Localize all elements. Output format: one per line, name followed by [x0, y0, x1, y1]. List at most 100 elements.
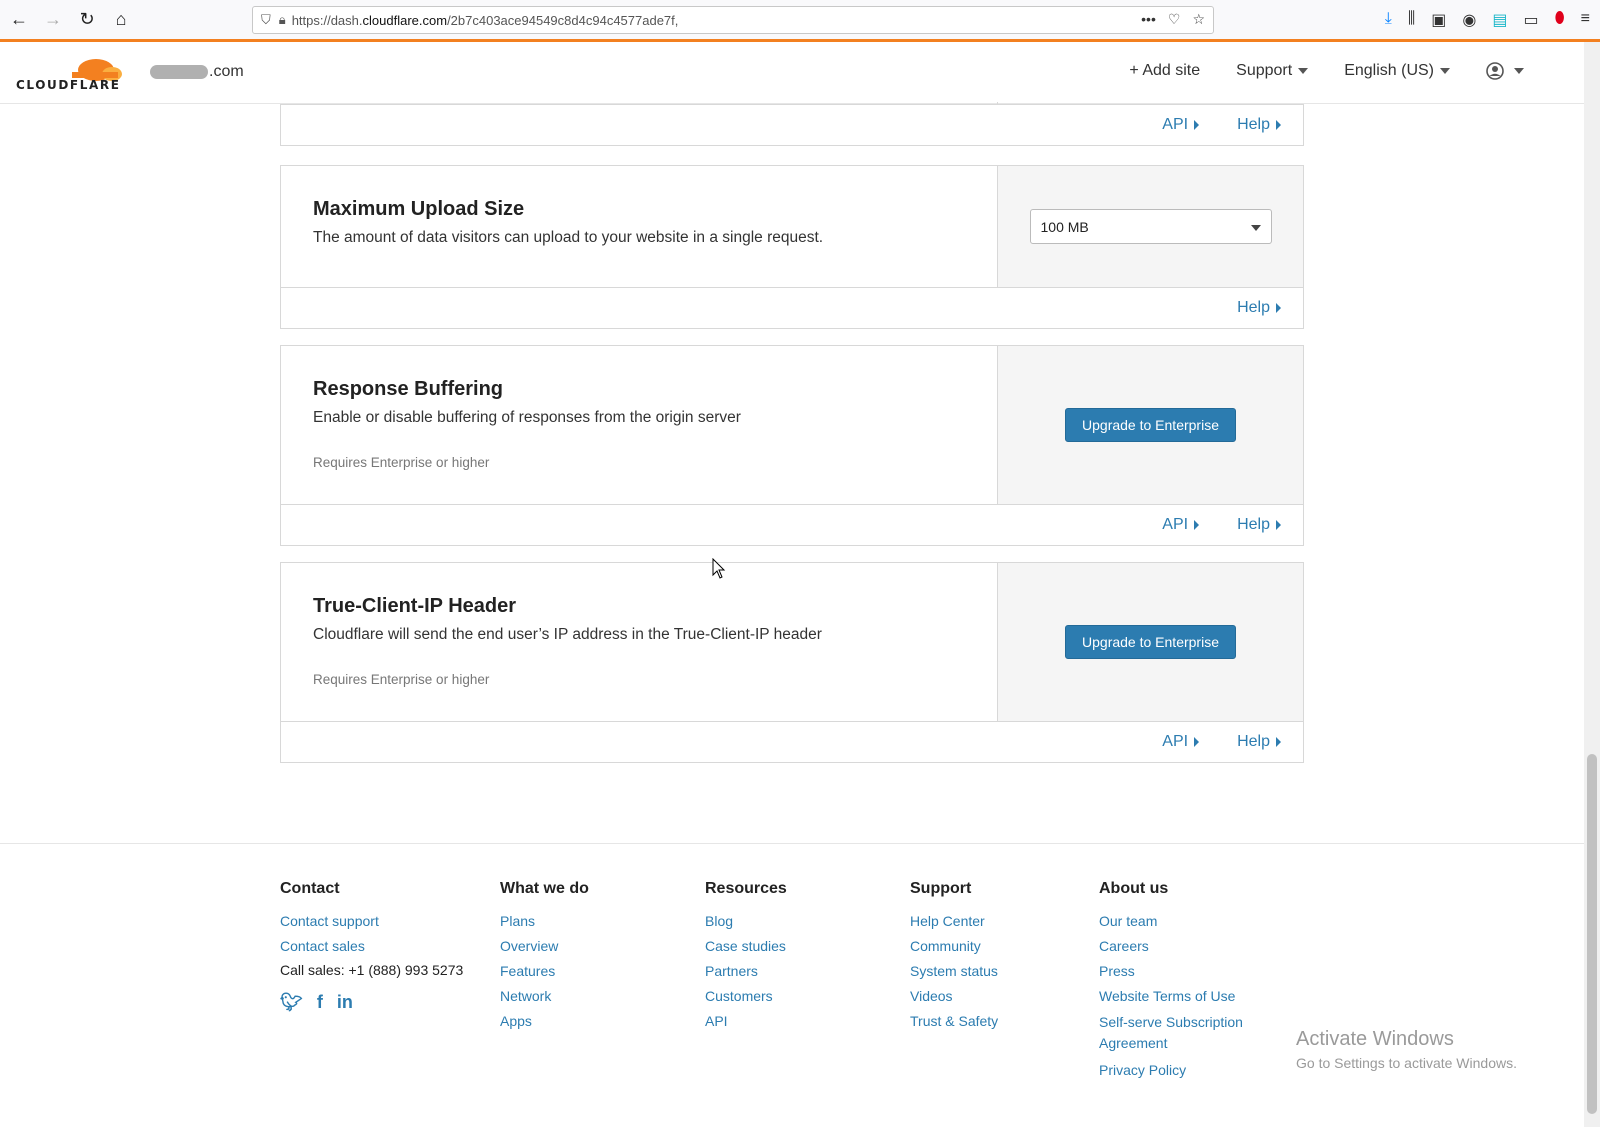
max-upload-size-card: Maximum Upload Size The amount of data v…: [280, 165, 1304, 329]
add-site-link[interactable]: + Add site: [1129, 62, 1200, 80]
bookmark-star-icon[interactable]: ☆: [1192, 11, 1205, 28]
api-link[interactable]: API: [1162, 516, 1200, 534]
more-icon[interactable]: •••: [1141, 11, 1156, 28]
contact-support-link[interactable]: Contact support: [280, 912, 463, 930]
footer-about: About us Our team Careers Press Website …: [1099, 880, 1259, 1086]
footer-heading: About us: [1099, 880, 1169, 897]
logo-text: CLOUDFLARE: [16, 78, 121, 92]
footer-link[interactable]: Careers: [1099, 937, 1259, 955]
chevron-down-icon: [1298, 67, 1309, 74]
true-client-ip-card: True-Client-IP Header Cloudflare will se…: [280, 562, 1304, 763]
card-description: Enable or disable buffering of responses…: [313, 409, 741, 426]
plan-requirement: Requires Enterprise or higher: [313, 455, 490, 470]
scrollbar-thumb[interactable]: [1587, 754, 1597, 1114]
footer-link[interactable]: Self-serve Subscription Agreement: [1099, 1012, 1259, 1054]
help-link[interactable]: Help: [1237, 733, 1281, 751]
domain-suffix: .com: [209, 63, 244, 80]
caret-right-icon: [1194, 736, 1200, 747]
site-footer: Contact Contact support Contact sales Ca…: [0, 843, 1584, 1127]
card-description: The amount of data visitors can upload t…: [313, 229, 824, 246]
footer-link[interactable]: Apps: [500, 1012, 589, 1030]
support-label: Support: [1236, 62, 1293, 79]
url-host: cloudflare.com: [362, 12, 448, 28]
upgrade-enterprise-button[interactable]: Upgrade to Enterprise: [1065, 408, 1236, 442]
dropdown-arrow-icon: [1250, 225, 1261, 231]
footer-heading: Resources: [705, 880, 787, 897]
help-link[interactable]: Help: [1237, 516, 1281, 534]
footer-heading: Support: [910, 880, 972, 897]
caret-right-icon: [1194, 119, 1200, 130]
footer-support: Support Help Center Community System sta…: [910, 880, 998, 1037]
upload-size-select[interactable]: 100 MB: [1029, 209, 1272, 244]
mouse-cursor-icon: [712, 558, 726, 579]
card-title: Response Buffering: [313, 378, 504, 400]
footer-link[interactable]: Our team: [1099, 912, 1259, 930]
watermark-title: Activate Windows: [1296, 1028, 1454, 1050]
footer-link[interactable]: Help Center: [910, 912, 998, 930]
save-icon[interactable]: ▤: [1492, 10, 1507, 30]
api-link[interactable]: API: [1162, 733, 1200, 751]
card-title: True-Client-IP Header: [313, 595, 517, 617]
help-link[interactable]: Help: [1237, 299, 1281, 317]
redacted-domain: [150, 65, 208, 79]
browser-toolbar: ← → ↻ ⌂ ⛉ 🔒︎ https://dash.cloudflare.com…: [0, 0, 1600, 42]
footer-link[interactable]: Community: [910, 937, 998, 955]
user-menu[interactable]: [1486, 62, 1524, 80]
footer-link[interactable]: Partners: [705, 962, 787, 980]
api-link[interactable]: API: [1162, 116, 1200, 134]
footer-link[interactable]: Blog: [705, 912, 787, 930]
account-icon[interactable]: ◉: [1462, 10, 1476, 30]
page-scrollbar[interactable]: [1584, 42, 1600, 1127]
forward-icon[interactable]: →: [38, 5, 68, 35]
card-description: Cloudflare will send the end user’s IP a…: [313, 626, 822, 643]
footer-contact: Contact Contact support Contact sales Ca…: [280, 880, 463, 1013]
footer-link[interactable]: Website Terms of Use: [1099, 987, 1259, 1005]
response-buffering-card: Response Buffering Enable or disable buf…: [280, 345, 1304, 546]
chevron-down-icon: [1514, 68, 1524, 74]
footer-link[interactable]: Privacy Policy: [1099, 1061, 1259, 1079]
footer-heading: What we do: [500, 880, 589, 897]
footer-link[interactable]: Trust & Safety: [910, 1012, 998, 1030]
lock-icon: 🔒︎: [278, 12, 286, 27]
footer-link[interactable]: Overview: [500, 937, 589, 955]
language-menu[interactable]: English (US): [1344, 62, 1450, 80]
upgrade-enterprise-button[interactable]: Upgrade to Enterprise: [1065, 625, 1236, 659]
twitter-icon[interactable]: 🐦︎: [280, 992, 303, 1013]
footer-link[interactable]: System status: [910, 962, 998, 980]
chevron-down-icon: [1440, 67, 1450, 74]
footer-link[interactable]: Videos: [910, 987, 998, 1005]
library-icon[interactable]: ⫼: [1408, 10, 1415, 30]
url-prefix: https://dash.: [291, 12, 363, 28]
footer-link[interactable]: Case studies: [705, 937, 787, 955]
caret-right-icon: [1276, 302, 1281, 313]
download-icon[interactable]: ⤓: [1385, 10, 1392, 30]
footer-link[interactable]: API: [705, 1012, 787, 1030]
footer-link[interactable]: Plans: [500, 912, 589, 930]
facebook-icon[interactable]: f: [317, 992, 323, 1013]
support-menu[interactable]: Support: [1236, 62, 1309, 80]
caret-right-icon: [1276, 519, 1281, 530]
pocket-icon[interactable]: ♡: [1168, 11, 1181, 28]
reload-icon[interactable]: ↻: [72, 5, 102, 35]
url-bar[interactable]: ⛉ 🔒︎ https://dash.cloudflare.com/2b7c403…: [252, 6, 1214, 34]
domain-name[interactable]: .com: [150, 63, 244, 81]
back-icon[interactable]: ←: [4, 5, 34, 35]
footer-link[interactable]: Features: [500, 962, 589, 980]
app-header: CLOUDFLARE .com + Add site Support Engli…: [0, 42, 1584, 104]
card-title: Maximum Upload Size: [313, 198, 525, 220]
linkedin-icon[interactable]: in: [337, 992, 353, 1013]
footer-link[interactable]: Network: [500, 987, 589, 1005]
home-icon[interactable]: ⌂: [106, 5, 136, 35]
menu-icon[interactable]: ≡: [1581, 10, 1590, 30]
footer-heading: Contact: [280, 880, 340, 897]
shield-icon: ⛉: [261, 12, 271, 27]
opera-icon[interactable]: ⬮: [1555, 10, 1565, 30]
footer-link[interactable]: Customers: [705, 987, 787, 1005]
contact-sales-link[interactable]: Contact sales: [280, 937, 463, 955]
sidebar-icon[interactable]: ▣: [1431, 10, 1446, 30]
plan-requirement: Requires Enterprise or higher: [313, 672, 490, 687]
folder-icon[interactable]: ▭: [1523, 10, 1538, 30]
footer-link[interactable]: Press: [1099, 962, 1259, 980]
language-label: English (US): [1344, 62, 1434, 79]
help-link[interactable]: Help: [1237, 116, 1281, 134]
